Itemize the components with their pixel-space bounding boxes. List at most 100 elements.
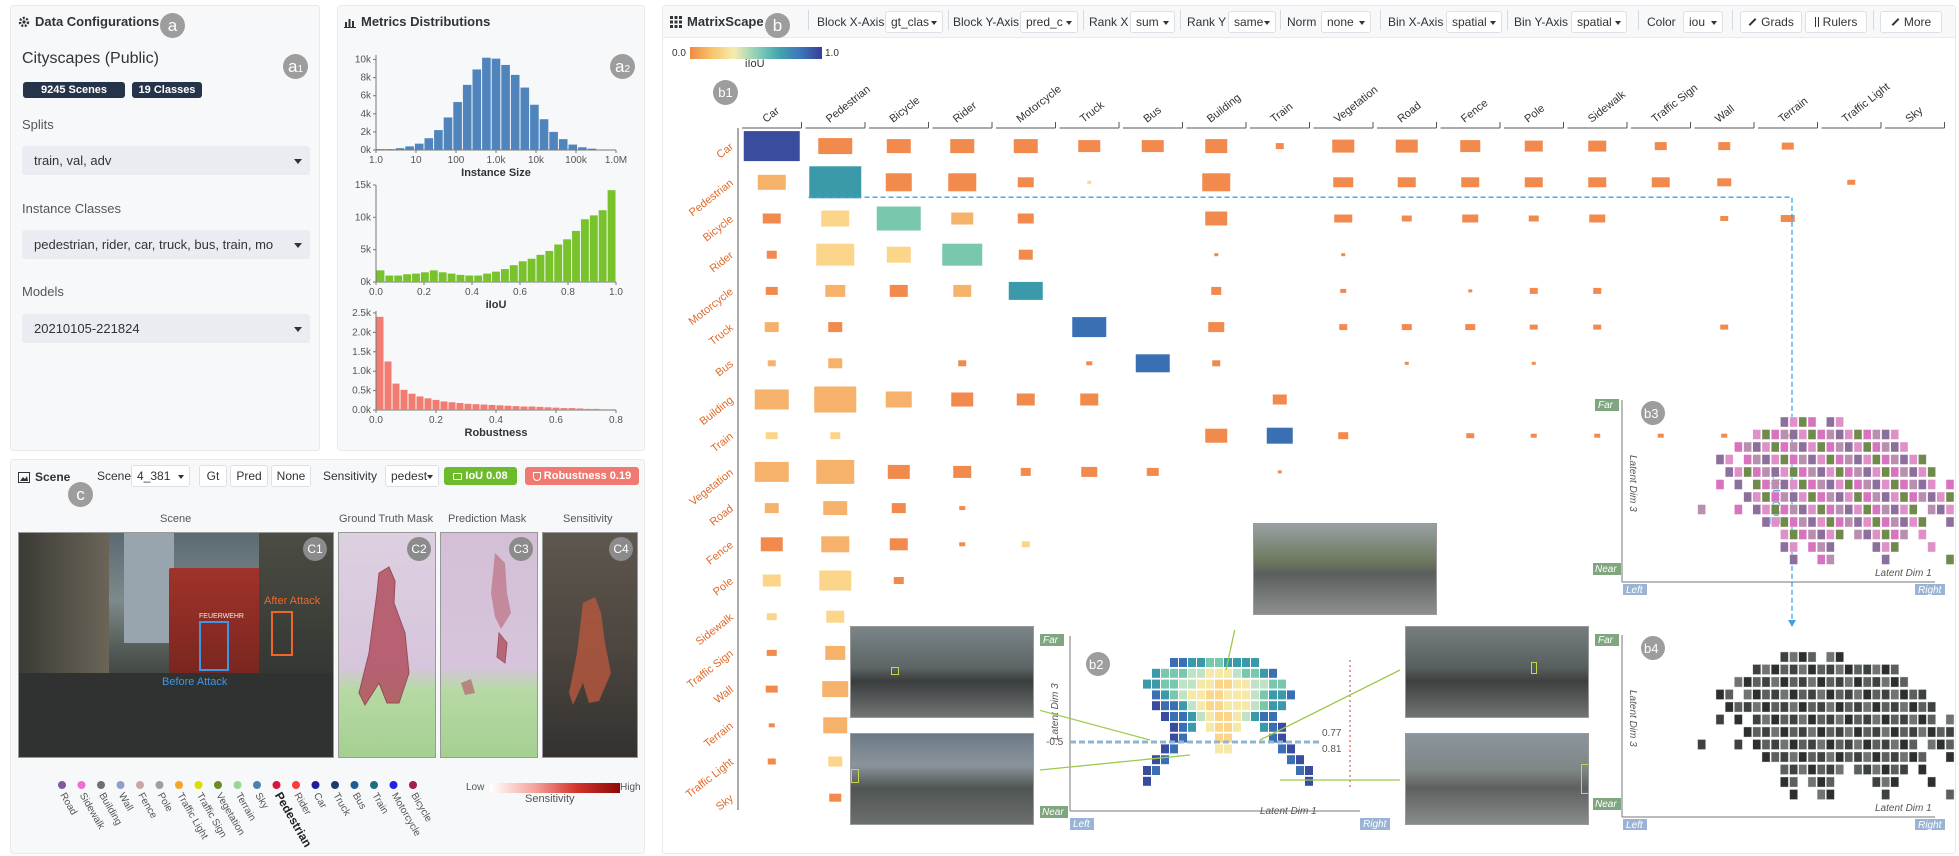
- histogram-bar: [545, 250, 554, 282]
- matrix-cell: [830, 432, 841, 440]
- rank-y-select[interactable]: same: [1228, 11, 1276, 33]
- thumbnail-highlight: [851, 769, 859, 783]
- thumbnail-street-1[interactable]: [850, 626, 1034, 718]
- latent-thumbnail: [1798, 651, 1808, 663]
- zoom-y-tick: -0.5: [1046, 737, 1064, 748]
- latent-y-label: Latent Dim 3: [1627, 455, 1638, 512]
- column-label: Vegetation: [1332, 84, 1380, 125]
- matrix-cell: [754, 461, 789, 482]
- zoom-bin: [1215, 668, 1223, 678]
- column-label: Pedestrian: [824, 84, 873, 126]
- thumbnail-street-5[interactable]: [1405, 733, 1589, 825]
- latent-thumbnail: [1899, 689, 1909, 700]
- zoom-bin: [1188, 658, 1196, 667]
- badge-c1: C1: [303, 537, 327, 561]
- right-tag-text: Right: [1918, 585, 1943, 596]
- toolbar-separator: [1873, 10, 1874, 30]
- latent-thumbnail: [1881, 726, 1890, 738]
- pred-button[interactable]: Pred: [230, 465, 268, 487]
- more-button[interactable]: More: [1880, 11, 1942, 33]
- zoom-bin: [1197, 690, 1205, 700]
- near-tag: Near: [1593, 563, 1621, 575]
- latent-thumbnail: [1853, 504, 1863, 515]
- latent-thumbnail: [1816, 529, 1826, 540]
- latent-thumbnail: [1863, 726, 1872, 738]
- sensitivity-select-value: pedest: [391, 469, 428, 483]
- instance-classes-select[interactable]: pedestrian, rider, car, truck, bus, trai…: [22, 230, 310, 259]
- latent-thumbnail: [1909, 726, 1918, 738]
- chevron-down-icon: [294, 242, 302, 248]
- histogram-bar: [563, 239, 572, 282]
- sensitivity-image[interactable]: C4: [542, 532, 638, 758]
- latent-thumbnail: [1770, 726, 1780, 738]
- latent-thumbnail: [1881, 776, 1890, 788]
- color-scale-label: iIoU: [745, 58, 765, 70]
- matrix-cell: [768, 723, 775, 728]
- column-label: Wall: [1713, 103, 1737, 125]
- latent-thumbnail: [1724, 466, 1734, 478]
- histogram-bar: [510, 74, 520, 150]
- latent-thumbnail: [1826, 416, 1835, 428]
- zoom-bin: [1287, 755, 1295, 765]
- chevron-down-icon: [294, 158, 302, 164]
- scene-select[interactable]: 4_381: [131, 465, 190, 487]
- histogram-bar: [560, 408, 568, 410]
- thumbnail-street-2[interactable]: [850, 733, 1034, 825]
- models-select[interactable]: 20210105-221824: [22, 314, 310, 343]
- ground-truth-mask-image[interactable]: C2: [338, 532, 436, 758]
- matrix-cell: [1529, 287, 1538, 294]
- histogram-bar: [395, 148, 405, 150]
- matrix-cell: [950, 139, 975, 154]
- histogram-bar: [512, 406, 520, 410]
- latent-thumbnail: [1890, 726, 1899, 738]
- thumbnail-street-3[interactable]: [1253, 523, 1437, 615]
- zoom-bin: [1188, 668, 1196, 678]
- splits-select[interactable]: train, val, adv: [22, 146, 310, 175]
- latent-thumbnail: [1826, 529, 1835, 540]
- zoom-bin: [1161, 679, 1169, 689]
- zoom-bin: [1161, 755, 1169, 765]
- block-y-select[interactable]: pred_c: [1020, 11, 1078, 33]
- color-select[interactable]: iou: [1683, 11, 1723, 33]
- norm-select[interactable]: none: [1321, 11, 1371, 33]
- scene-image[interactable]: FEUERWEHR After Attack Before Attack C1: [18, 532, 334, 758]
- latent-thumbnail: [1807, 479, 1817, 490]
- legend-swatch: [370, 781, 378, 789]
- models-value: 20210105-221824: [34, 321, 140, 336]
- histogram-bar: [492, 271, 500, 282]
- block-x-select[interactable]: gt_clas: [885, 11, 943, 33]
- latent-thumbnail: [1807, 529, 1817, 540]
- matrix-cell: [823, 717, 848, 734]
- bin-x-select[interactable]: spatial: [1446, 11, 1502, 33]
- grads-button[interactable]: Grads: [1740, 11, 1802, 33]
- latent-thumbnail: [1899, 701, 1909, 713]
- matrix-cell: [762, 574, 781, 587]
- latent-thumbnail: [1724, 701, 1734, 713]
- latent-thumbnail: [1881, 454, 1890, 465]
- latent-thumbnail: [1853, 466, 1863, 478]
- column-label: Train: [1268, 101, 1295, 126]
- rulers-button[interactable]: Rulers: [1805, 11, 1867, 33]
- zoom-bin: [1170, 722, 1178, 732]
- sensitivity-select[interactable]: pedest: [385, 465, 439, 487]
- histogram-bar: [456, 403, 464, 410]
- thumbnail-street-4[interactable]: [1405, 626, 1589, 718]
- column-label: Bus: [1141, 104, 1164, 125]
- zoom-bin: [1215, 722, 1223, 732]
- matrix-cell: [823, 501, 848, 516]
- latent-space-view-b3: Latent Dim 3 Latent Dim 1 Far Near Left Right…: [1593, 399, 1955, 596]
- latent-thumbnail: [1789, 751, 1798, 763]
- models-label: Models: [22, 284, 64, 299]
- badge-a: a: [160, 13, 185, 38]
- gt-button[interactable]: Gt: [199, 465, 227, 487]
- bin-y-select[interactable]: spatial: [1571, 11, 1627, 33]
- rank-x-select[interactable]: sum: [1130, 11, 1175, 33]
- prediction-mask-image[interactable]: C3: [440, 532, 538, 758]
- latent-thumbnail: [1918, 701, 1927, 713]
- latent-thumbnail: [1780, 676, 1789, 688]
- histogram-bar: [482, 57, 491, 150]
- latent-thumbnail: [1752, 714, 1762, 725]
- none-button[interactable]: None: [271, 465, 311, 487]
- matrix-cell: [1008, 281, 1043, 300]
- metrics-title: Metrics Distributions: [344, 14, 490, 29]
